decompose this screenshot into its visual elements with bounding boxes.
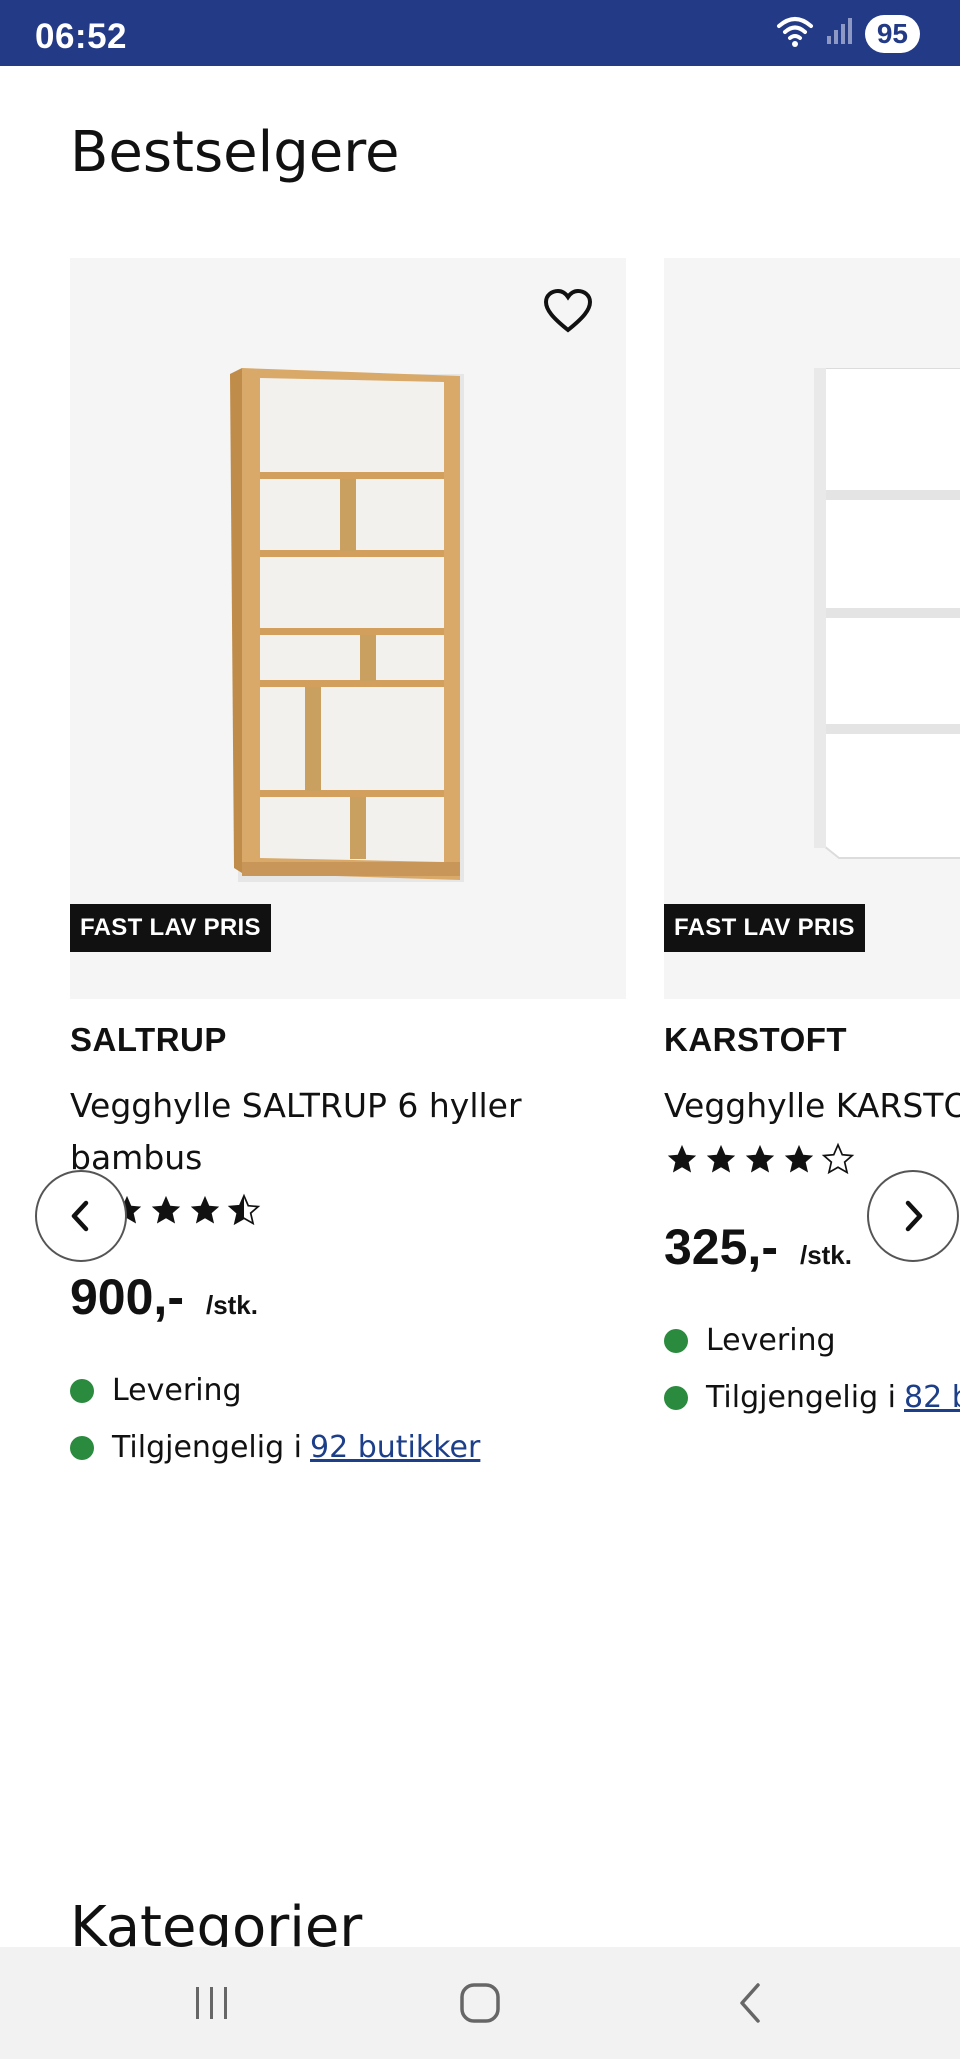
store-availability: Tilgjengelig i 82 butikker [664,1380,960,1415]
wifi-icon [775,14,815,53]
battery-indicator: 95 [864,14,920,53]
price-unit: /stk. [799,1240,852,1270]
availability-prefix: Tilgjengelig i [112,1430,303,1465]
product-description[interactable]: Vegghylle SALTRUP 6 hyller bambus [70,1080,570,1184]
rating-stars [664,1142,856,1176]
price-unit: /stk. [205,1290,258,1320]
home-icon [460,1983,500,2023]
chevron-left-icon [71,1200,89,1232]
chevron-right-icon [905,1200,923,1232]
recents-button[interactable] [182,1975,242,2031]
product-brand[interactable]: SALTRUP [70,1021,227,1059]
star-full-icon [706,1144,736,1173]
stores-link[interactable]: 82 butikker [904,1380,960,1415]
bestsellers-heading: Bestselgere [70,120,400,185]
stores-link[interactable]: 92 butikker [310,1430,480,1465]
product-card[interactable]: FAST LAV PRIS KARSTOFT Vegghylle KARSTOF… [664,258,960,1415]
available-dot-icon [664,1385,688,1410]
delivery-availability: Levering [70,1373,242,1408]
store-availability: Tilgjengelig i 92 butikker [70,1430,480,1465]
price-row: 325,- /stk. [664,1218,852,1276]
product-image[interactable]: FAST LAV PRIS [70,258,626,999]
status-icons: 95 [775,14,920,53]
price-row: 900,- /stk. [70,1268,258,1326]
back-icon [740,1983,760,2023]
back-button[interactable] [720,1975,780,2031]
white-corner-shelf-image [814,368,960,859]
system-nav-bar [0,1947,960,2059]
signal-icon [825,16,855,51]
product-card[interactable]: FAST LAV PRIS SALTRUP Vegghylle SALTRUP … [70,258,626,1465]
star-half-icon [227,1193,261,1226]
star-full-icon [190,1195,220,1224]
product-price: 900,- [70,1269,184,1325]
product-image[interactable]: FAST LAV PRIS [664,258,960,999]
delivery-label: Levering [112,1373,242,1408]
available-dot-icon [70,1378,94,1403]
available-dot-icon [70,1435,94,1460]
star-empty-icon [821,1142,855,1175]
availability-prefix: Tilgjengelig i [706,1380,897,1415]
bamboo-bookshelf-image [230,368,464,882]
delivery-label: Levering [706,1323,836,1358]
available-dot-icon [664,1328,688,1353]
bestsellers-carousel[interactable]: FAST LAV PRIS SALTRUP Vegghylle SALTRUP … [0,258,960,1558]
star-full-icon [784,1144,814,1173]
product-brand[interactable]: KARSTOFT [664,1021,847,1059]
price-badge: FAST LAV PRIS [664,904,865,952]
carousel-next-button[interactable] [867,1170,959,1262]
star-full-icon [667,1144,697,1173]
carousel-prev-button[interactable] [35,1170,127,1262]
star-full-icon [745,1144,775,1173]
recents-icon [196,1987,227,2019]
status-time: 06:52 [35,17,128,56]
product-description[interactable]: Vegghylle KARSTOFT [664,1080,960,1132]
home-button[interactable] [450,1975,510,2031]
delivery-availability: Levering [664,1323,836,1358]
favorite-heart-icon[interactable] [543,288,593,339]
product-price: 325,- [664,1219,778,1275]
price-badge: FAST LAV PRIS [70,904,271,952]
status-bar: 06:52 95 [0,0,960,66]
star-full-icon [151,1195,181,1224]
